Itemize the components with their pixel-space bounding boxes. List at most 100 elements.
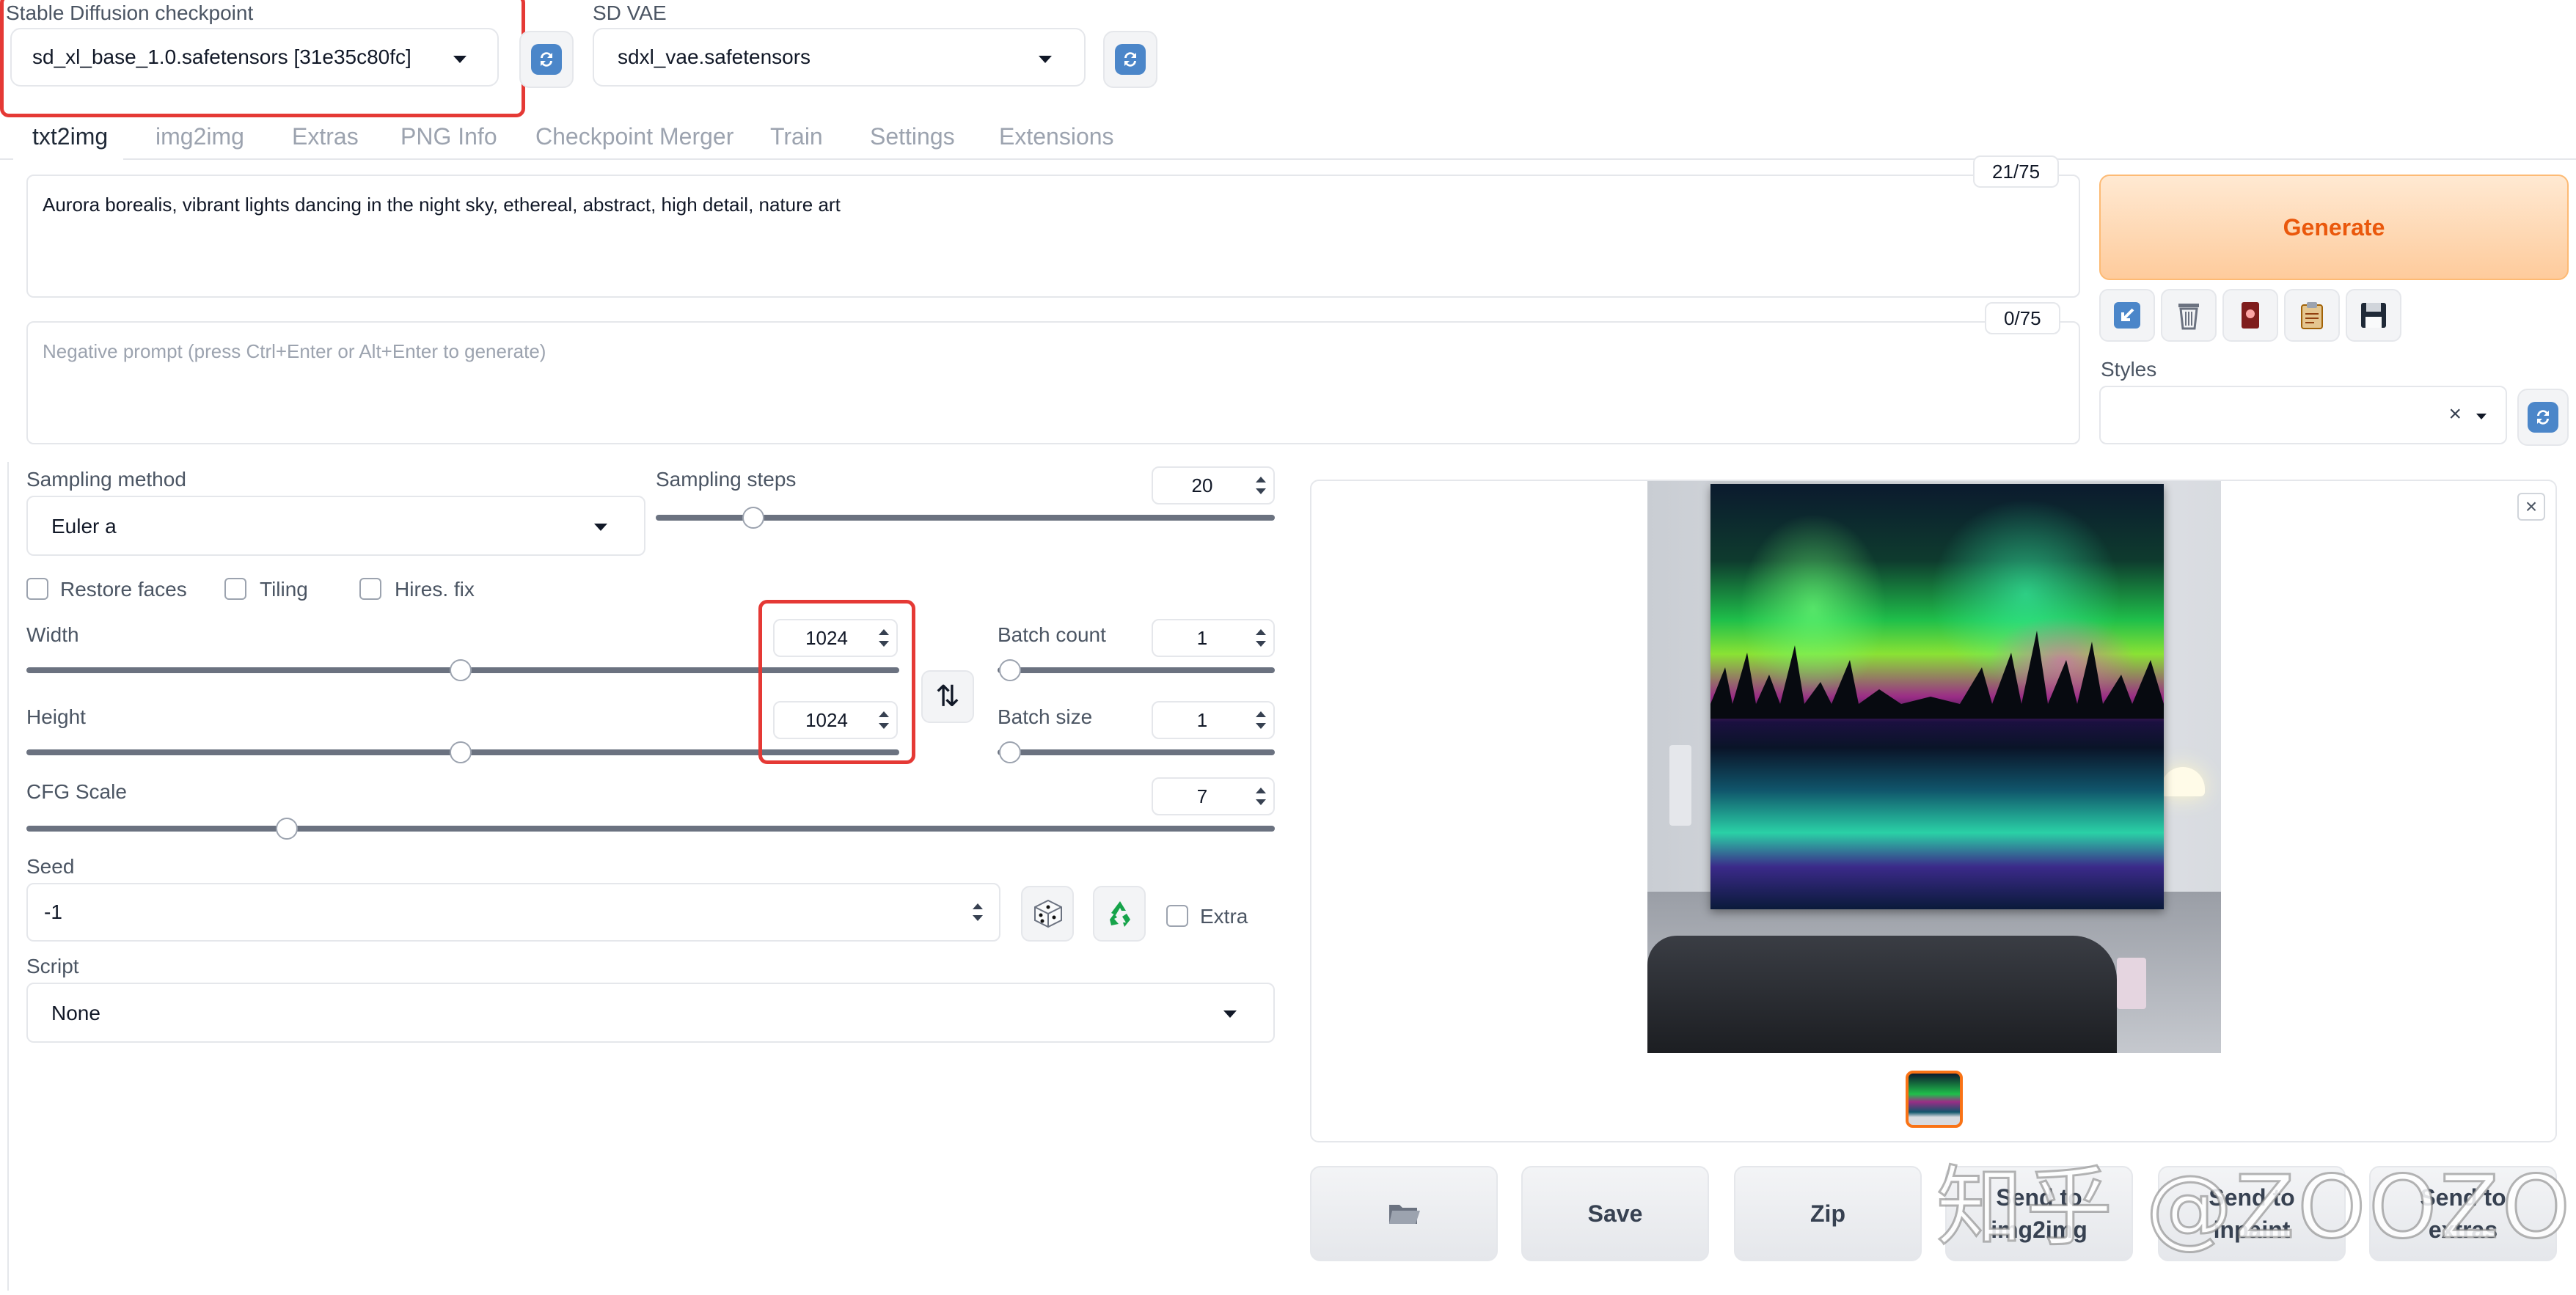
bed-blanket xyxy=(1647,936,2117,1053)
lamp-left xyxy=(1669,745,1691,826)
swap-icon: ⇅ xyxy=(935,680,960,713)
batch-size-track xyxy=(998,749,1275,755)
width-slider[interactable] xyxy=(450,659,472,681)
refresh-checkpoint-button[interactable] xyxy=(519,31,574,88)
save-button[interactable]: Save xyxy=(1521,1166,1709,1261)
hires-fix-checkbox[interactable] xyxy=(359,578,381,600)
gallery-thumbnail[interactable] xyxy=(1906,1071,1963,1128)
width-label: Width xyxy=(26,623,79,646)
script-value: None xyxy=(51,1002,100,1024)
folder-icon xyxy=(1389,1205,1420,1224)
swap-dimensions-button[interactable]: ⇅ xyxy=(921,670,974,723)
generate-label: Generate xyxy=(2283,213,2385,241)
extra-networks-button[interactable] xyxy=(2222,289,2278,342)
tiling-checkbox[interactable] xyxy=(224,578,246,600)
settings-panel xyxy=(7,462,1291,1291)
prompt-token-counter: 21/75 xyxy=(1973,155,2060,188)
seed-value: -1 xyxy=(44,900,62,923)
tab-train[interactable]: Train xyxy=(770,123,823,150)
height-slider[interactable] xyxy=(450,741,472,763)
refresh-icon xyxy=(531,44,562,75)
tab-extensions[interactable]: Extensions xyxy=(999,123,1114,150)
apply-style-button[interactable] xyxy=(2284,289,2340,342)
close-gallery-button[interactable]: × xyxy=(2517,493,2545,521)
batch-count-value: 1 xyxy=(1196,627,1208,649)
sampling-steps-input[interactable]: 20 xyxy=(1152,466,1275,505)
tiling-label: Tiling xyxy=(260,578,308,601)
sampling-steps-slider[interactable] xyxy=(742,507,765,529)
sampling-method-select[interactable]: Euler a xyxy=(26,496,645,556)
card-icon xyxy=(2242,302,2259,329)
negative-prompt-placeholder: Negative prompt (press Ctrl+Enter or Alt… xyxy=(43,340,546,362)
refresh-styles-button[interactable] xyxy=(2517,389,2569,446)
vae-label: SD VAE xyxy=(593,1,667,24)
vae-value: sdxl_vae.safetensors xyxy=(618,45,811,68)
batch-size-value: 1 xyxy=(1196,709,1208,731)
chevron-down-icon xyxy=(1039,56,1052,63)
batch-size-input[interactable]: 1 xyxy=(1152,701,1275,739)
vae-select[interactable]: sdxl_vae.safetensors xyxy=(593,28,1086,87)
read-params-button[interactable] xyxy=(2099,289,2155,342)
tab-txt2img[interactable]: txt2img xyxy=(32,123,108,150)
refresh-icon xyxy=(2528,402,2558,433)
script-select[interactable]: None xyxy=(26,983,1275,1043)
open-folder-button[interactable] xyxy=(1310,1166,1498,1261)
cfg-scale-value: 7 xyxy=(1196,785,1208,807)
tab-png-info[interactable]: PNG Info xyxy=(400,123,497,150)
tab-img2img[interactable]: img2img xyxy=(155,123,244,150)
refresh-vae-button[interactable] xyxy=(1103,31,1157,88)
lamp-right xyxy=(2161,767,2205,796)
aurora-painting xyxy=(1710,484,2164,909)
batch-count-label: Batch count xyxy=(998,623,1106,646)
random-seed-button[interactable] xyxy=(1021,886,1074,942)
cfg-scale-input[interactable]: 7 xyxy=(1152,777,1275,815)
tab-settings[interactable]: Settings xyxy=(870,123,955,150)
extra-seed-checkbox[interactable] xyxy=(1166,905,1188,927)
negative-token-counter: 0/75 xyxy=(1985,302,2060,334)
sampling-steps-value: 20 xyxy=(1191,474,1213,496)
extra-seed-label: Extra xyxy=(1200,905,1248,928)
cfg-scale-label: CFG Scale xyxy=(26,780,127,803)
script-label: Script xyxy=(26,955,79,977)
size-highlight-box xyxy=(758,600,915,764)
chevron-down-icon xyxy=(1223,1010,1237,1018)
batch-count-slider[interactable] xyxy=(999,659,1021,681)
negative-prompt-textarea[interactable]: Negative prompt (press Ctrl+Enter or Alt… xyxy=(26,321,2080,444)
styles-select[interactable]: × xyxy=(2099,386,2507,444)
prompt-textarea[interactable]: Aurora borealis, vibrant lights dancing … xyxy=(26,175,2080,298)
reuse-seed-button[interactable] xyxy=(1093,886,1146,942)
tree-silhouettes xyxy=(1710,631,2164,719)
recycle-icon xyxy=(1110,901,1130,927)
checkpoint-highlight-box xyxy=(0,0,525,117)
batch-size-slider[interactable] xyxy=(999,741,1021,763)
generated-image[interactable] xyxy=(1647,481,2221,1053)
batch-count-track xyxy=(998,667,1275,673)
cfg-scale-track xyxy=(26,826,1275,832)
tab-extras[interactable]: Extras xyxy=(292,123,359,150)
watermark-text: 知乎 @ZOOZOO xyxy=(1936,1156,2576,1259)
seed-input[interactable]: -1 xyxy=(26,883,1000,942)
restore-faces-label: Restore faces xyxy=(60,578,187,601)
save-style-button[interactable] xyxy=(2346,289,2401,342)
refresh-icon xyxy=(1115,44,1146,75)
tab-checkpoint-merger[interactable]: Checkpoint Merger xyxy=(535,123,733,150)
trash-icon xyxy=(2178,304,2199,330)
seed-label: Seed xyxy=(26,855,75,878)
tab-bar xyxy=(0,110,2576,161)
sampling-method-value: Euler a xyxy=(51,515,117,538)
batch-size-label: Batch size xyxy=(998,705,1093,728)
hires-fix-label: Hires. fix xyxy=(395,578,475,601)
restore-faces-checkbox[interactable] xyxy=(26,578,48,600)
generate-button[interactable]: Generate xyxy=(2099,175,2569,280)
styles-clear-icon[interactable]: × xyxy=(2448,402,2462,427)
clear-prompt-button[interactable] xyxy=(2161,289,2217,342)
height-label: Height xyxy=(26,705,86,728)
candle xyxy=(2117,958,2146,1009)
batch-count-input[interactable]: 1 xyxy=(1152,619,1275,657)
styles-label: Styles xyxy=(2101,358,2157,381)
close-icon: × xyxy=(2525,495,2538,518)
zip-button[interactable]: Zip xyxy=(1734,1166,1922,1261)
clipboard-icon xyxy=(2301,302,2323,329)
sampling-method-label: Sampling method xyxy=(26,468,186,491)
chevron-down-icon xyxy=(594,524,607,531)
